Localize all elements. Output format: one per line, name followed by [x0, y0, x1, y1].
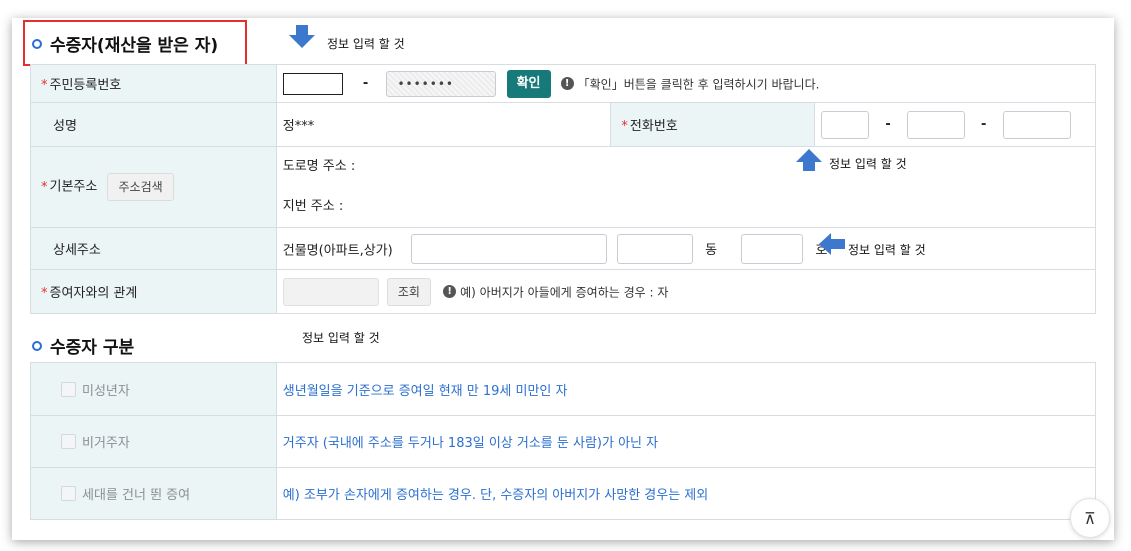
- note-top: 정보 입력 할 것: [327, 37, 405, 51]
- dong-input[interactable]: [617, 233, 693, 264]
- building-label: 건물명(아파트,상가): [282, 243, 393, 258]
- lot-address-label: 지번 주소 :: [282, 199, 344, 214]
- category-desc-nonresident: 거주자 (국내에 주소를 두거나 183일 이상 거소를 둔 사람)가 아닌 자: [275, 415, 1097, 468]
- dong-label: 동: [705, 243, 718, 258]
- category-cell-minor: 미성년자: [30, 362, 277, 416]
- scroll-to-top-button[interactable]: ⊼: [1070, 498, 1110, 538]
- category-cell-nonresident: 비거주자: [30, 415, 277, 468]
- name-label-cell: 성명: [30, 102, 277, 147]
- address-value-cell: 도로명 주소 : 지번 주소 :: [275, 146, 1097, 228]
- arrow-down-icon: [289, 25, 315, 48]
- relation-label: 증여자와의 관계: [49, 286, 138, 301]
- note-category: 정보 입력 할 것: [302, 331, 380, 345]
- section-title-recipient: 수증자(재산을 받은 자): [32, 31, 218, 56]
- section-title-recipient-category: 수증자 구분: [32, 333, 134, 358]
- rrn-label-cell: * 주민등록번호: [30, 64, 277, 103]
- name-value-cell: 정***: [275, 102, 612, 147]
- detail-input-cell: 건물명(아파트,상가) 동 호: [275, 227, 1097, 270]
- arrow-up-icon: [796, 149, 822, 171]
- recipient-category-table: 미성년자 생년월일을 기준으로 증여일 현재 만 19세 미만인 자 비거주자 …: [30, 362, 1097, 520]
- address-label-cell: * 기본주소 주소검색: [30, 146, 277, 228]
- minor-checkbox[interactable]: [61, 381, 76, 397]
- road-address-label: 도로명 주소 :: [282, 159, 356, 174]
- relation-input[interactable]: [282, 277, 379, 306]
- note-detail: 정보 입력 할 것: [848, 243, 926, 257]
- row-address: * 기본주소 주소검색 도로명 주소 : 지번 주소 :: [30, 146, 1097, 228]
- address-label: 기본주소: [49, 179, 98, 195]
- phone-input-cell: - -: [814, 102, 1096, 147]
- detail-label: 상세주소: [53, 243, 101, 258]
- ho-input[interactable]: [741, 233, 804, 264]
- arrow-left-icon: [819, 233, 845, 255]
- phone-label-cell: * 전화번호: [610, 102, 816, 147]
- row-relation: * 증여자와의 관계 조회 ! 예) 아버지가 아들에게 증여하는 경우 : 자: [30, 269, 1097, 314]
- phone-area-input[interactable]: [821, 110, 870, 139]
- rrn-input-cell: - ••••••• 확인 ! 「확인」버튼을 클릭한 후 입력하시기 바랍니다.: [275, 64, 1097, 103]
- info-icon: !: [560, 77, 574, 90]
- name-value: 정***: [282, 119, 315, 134]
- phone-middle-input[interactable]: [906, 110, 965, 139]
- row-detail-address: 상세주소 건물명(아파트,상가) 동 호: [30, 227, 1097, 270]
- rrn-label: 주민등록번호: [49, 78, 122, 93]
- row-name-phone: 성명 정*** * 전화번호 - -: [30, 102, 1096, 147]
- recipient-info-table: * 주민등록번호 - ••••••• 확인 ! 「확인」버튼을 클릭한 후 입력하시…: [30, 64, 1097, 314]
- rrn-hint: 「확인」버튼을 클릭한 후 입력하시기 바랍니다.: [577, 77, 820, 91]
- bullet-circle-icon: [32, 38, 42, 49]
- arrow-up-bar-icon: ⊼: [1084, 509, 1096, 528]
- generation-skip-checkbox[interactable]: [61, 486, 76, 501]
- rrn-dash: -: [362, 76, 369, 91]
- relation-hint: 예) 아버지가 아들에게 증여하는 경우 : 자: [460, 285, 669, 299]
- row-rrn: * 주민등록번호 - ••••••• 확인 ! 「확인」버튼을 클릭한 후 입력하시…: [30, 64, 1097, 103]
- phone-label: 전화번호: [629, 119, 678, 134]
- bullet-circle-icon: [32, 340, 42, 351]
- note-phone: 정보 입력 할 것: [829, 157, 907, 171]
- relation-lookup-button[interactable]: 조회: [386, 277, 431, 306]
- address-search-button[interactable]: 주소검색: [107, 173, 174, 201]
- name-label: 성명: [53, 119, 77, 134]
- info-icon: !: [443, 285, 457, 298]
- phone-last-input[interactable]: [1002, 110, 1071, 139]
- relation-input-cell: 조회 ! 예) 아버지가 아들에게 증여하는 경우 : 자: [275, 269, 1097, 314]
- rrn-back-masked-field[interactable]: •••••••: [386, 70, 497, 97]
- section2-title-text: 수증자 구분: [50, 338, 135, 358]
- category-row: 미성년자 생년월일을 기준으로 증여일 현재 만 19세 미만인 자: [30, 362, 1097, 416]
- building-name-input[interactable]: [410, 233, 607, 264]
- category-desc-minor: 생년월일을 기준으로 증여일 현재 만 19세 미만인 자: [275, 362, 1097, 416]
- category-row: 비거주자 거주자 (국내에 주소를 두거나 183일 이상 거소를 둔 사람)가…: [30, 415, 1097, 468]
- nonresident-checkbox[interactable]: [61, 434, 76, 449]
- category-desc-generation-skip: 예) 조부가 손자에게 증여하는 경우. 단, 수증자의 아버지가 사망한 경우…: [275, 467, 1097, 520]
- rrn-confirm-button[interactable]: 확인: [506, 69, 551, 98]
- category-cell-generation-skip: 세대를 건너 뛴 증여: [30, 467, 277, 520]
- category-row: 세대를 건너 뛴 증여 예) 조부가 손자에게 증여하는 경우. 단, 수증자의…: [30, 467, 1097, 520]
- detail-label-cell: 상세주소: [30, 227, 277, 270]
- relation-label-cell: * 증여자와의 관계: [30, 269, 277, 314]
- section-title-text: 수증자(재산을 받은 자): [50, 36, 219, 56]
- rrn-front-input[interactable]: [282, 72, 343, 95]
